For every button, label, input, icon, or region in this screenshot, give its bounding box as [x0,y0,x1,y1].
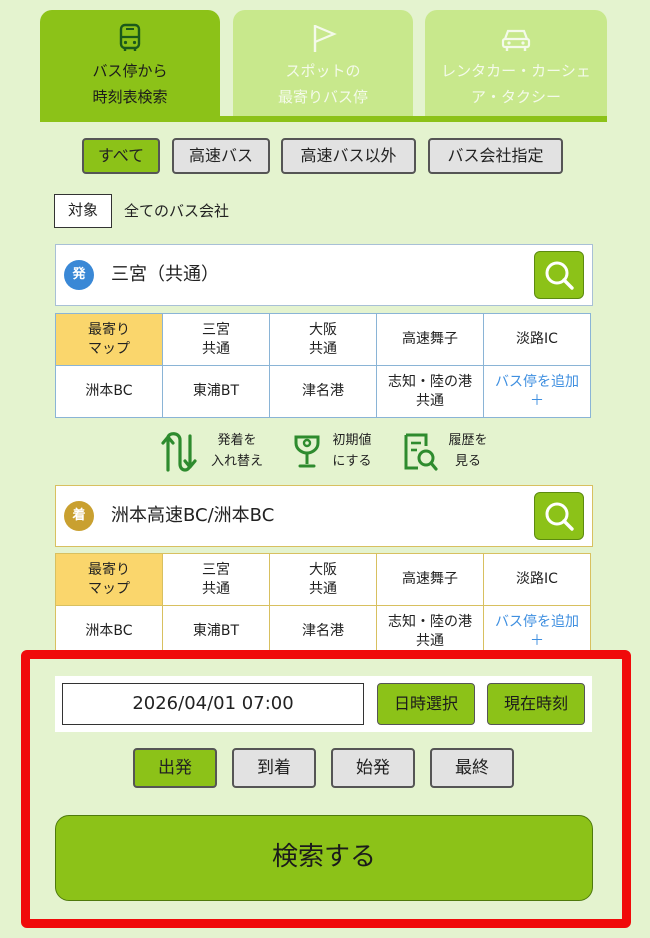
history-button[interactable]: 履歴を 見る [402,428,497,476]
cell-line1: バス停を追加 [495,373,579,390]
cell-line1: 高速舞子 [402,571,458,587]
arrival-search-bar[interactable]: 着 洲本高速BC/洲本BC [55,485,593,547]
cell-line1: 洲本BC [85,623,133,639]
cell-line1: 志知・陸の港 [388,613,472,630]
cell-line2: 共通 [309,580,337,597]
cell-line1: 津名港 [302,623,344,639]
cell-line1: 大阪 [309,561,337,578]
bus-type-filters: すべて 高速バス 高速バス以外 バス会社指定 [0,138,650,176]
arrival-quick-stops: 最寄りマップ 三宮共通 大阪共通 高速舞子 淡路IC 洲本BC 東浦BT 津名港… [55,553,591,658]
tab-bus-stop-timetable[interactable]: バス停から時刻表検索 [40,10,220,120]
tab-line1: スポットの [285,62,361,80]
quick-stop-nearby-map[interactable]: 最寄り マップ [55,553,163,606]
quick-stop-tsuna-port[interactable]: 津名港 [269,365,377,418]
quick-stop-sannomiya[interactable]: 三宮 共通 [162,553,270,606]
arrival-search-button[interactable] [534,492,584,540]
departure-badge: 発 [64,260,94,290]
tool-row: 発着を入れ替え 初期値にする 履歴を見る [0,428,650,476]
cell-line1: 洲本BC [85,383,133,399]
swap-button[interactable]: 発着を 入れ替え [160,428,270,476]
swap-icon [161,432,197,472]
cell-line1: 淡路IC [516,331,558,347]
arrival-station[interactable]: 洲本高速BC/洲本BC [111,486,274,546]
tool-line2: 見る [454,454,481,469]
cell-line2: 共通 [202,340,230,357]
car-icon [501,29,531,51]
quick-stop-osaka[interactable]: 大阪 共通 [269,553,377,606]
cell-line1: 三宮 [202,561,230,578]
tab-underline [40,116,607,122]
tab-line2: ア・タクシー [470,88,561,106]
cell-line2: ＋ [530,392,544,409]
filter-non-highway-button[interactable]: 高速バス以外 [281,138,416,174]
tool-line1: 初期値 [332,433,372,448]
tab-line2: 時刻表検索 [92,88,168,106]
cell-line1: 最寄り [88,321,130,338]
cell-line1: 津名港 [302,383,344,399]
tool-line1: 履歴を [448,433,488,448]
search-icon [545,261,574,290]
cell-line1: 東浦BT [192,623,240,639]
filter-company-button[interactable]: バス会社指定 [428,138,563,174]
highlight-frame [21,650,631,928]
quick-stop-shichi[interactable]: 志知・陸の港 共通 [376,365,484,418]
bus-icon [119,23,141,51]
quick-stop-higashiura-bt[interactable]: 東浦BT [162,365,270,418]
quick-stop-awaji-ic[interactable]: 淡路IC [483,313,591,366]
tab-rental-car-taxi[interactable]: レンタカー・カーシェ ア・タクシー [425,10,607,120]
quick-stop-maiko[interactable]: 高速舞子 [376,553,484,606]
tab-line2: 最寄りバス停 [277,88,368,106]
cell-line2: マップ [88,580,130,597]
tab-line1: レンタカー・カーシェ [441,62,591,80]
cell-line1: 最寄り [88,561,130,578]
cell-line1: 大阪 [309,321,337,338]
target-value: 全てのバス会社 [124,202,230,220]
reset-default-button[interactable]: 初期値 にする [290,428,385,476]
departure-quick-stops: 最寄りマップ 三宮共通 大阪共通 高速舞子 淡路IC 洲本BC 東浦BT 津名港… [55,313,591,418]
mode-tabs: バス停から時刻表検索 スポットの最寄りバス停 レンタカー・カーシェ ア・タクシー [40,10,607,122]
tool-line2: にする [332,454,372,469]
quick-stop-sannomiya[interactable]: 三宮 共通 [162,313,270,366]
tab-spot-nearest-stop[interactable]: スポットの最寄りバス停 [233,10,413,120]
target-label: 対象 [54,194,112,228]
cell-line1: 三宮 [202,321,230,338]
departure-station[interactable]: 三宮（共通） [111,245,219,305]
cell-line2: ＋ [530,632,544,649]
quick-stop-maiko[interactable]: 高速舞子 [376,313,484,366]
history-icon [404,433,438,471]
filter-highway-button[interactable]: 高速バス [172,138,270,174]
tool-line2: 入れ替え [210,454,263,469]
search-icon [545,502,574,531]
tab-line1: バス停から [92,62,168,80]
tool-line1: 発着を [217,433,257,448]
cell-line2: 共通 [309,340,337,357]
quick-stop-sumoto-bc[interactable]: 洲本BC [55,365,163,418]
cell-line1: 淡路IC [516,571,558,587]
arrival-badge: 着 [64,501,94,531]
flag-icon [313,24,337,52]
cell-line1: 志知・陸の港 [388,373,472,390]
cell-line1: 東浦BT [192,383,240,399]
add-bus-stop-link[interactable]: バス停を追加 ＋ [483,365,591,418]
quick-stop-awaji-ic[interactable]: 淡路IC [483,553,591,606]
reset-icon [294,435,320,468]
quick-stop-osaka[interactable]: 大阪 共通 [269,313,377,366]
filter-all-button[interactable]: すべて [82,138,160,174]
cell-line2: 共通 [416,632,444,649]
cell-line2: 共通 [416,392,444,409]
departure-search-bar[interactable]: 発 三宮（共通） [55,244,593,306]
quick-stop-nearby-map[interactable]: 最寄り マップ [55,313,163,366]
cell-line2: マップ [88,340,130,357]
cell-line1: バス停を追加 [495,613,579,630]
departure-search-button[interactable] [534,251,584,299]
cell-line2: 共通 [202,580,230,597]
cell-line1: 高速舞子 [402,331,458,347]
